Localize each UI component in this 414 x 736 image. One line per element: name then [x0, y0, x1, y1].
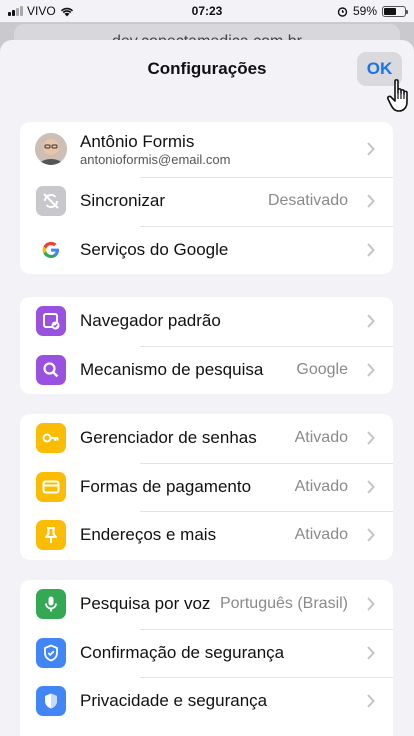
- hand-cursor-icon: [386, 79, 408, 112]
- settings-sheet: Configurações OK Antônio Formis antoniof…: [0, 40, 414, 736]
- settings-row-value: Ativado: [294, 526, 348, 544]
- chevron-right-icon: [367, 242, 375, 257]
- avatar: [35, 133, 67, 165]
- battery-icon: [382, 5, 408, 17]
- profile-row[interactable]: Antônio Formis antonioformis@email.com: [20, 122, 393, 177]
- account-group: Antônio Formis antonioformis@email.com S…: [20, 122, 393, 274]
- settings-row-label: Navegador padrão: [80, 311, 221, 331]
- settings-row-safety-check[interactable]: Confirmação de segurança: [20, 628, 393, 678]
- search-icon: [36, 354, 66, 385]
- credit-card-icon: [36, 471, 66, 502]
- privacy-shield-icon: [36, 686, 66, 716]
- alarm-icon: [337, 6, 348, 17]
- chevron-right-icon: [367, 597, 375, 611]
- default-browser-icon: [36, 306, 66, 336]
- shield-check-icon: [36, 637, 66, 668]
- settings-row-value: Google: [296, 360, 348, 378]
- key-icon: [36, 423, 66, 453]
- chevron-right-icon: [367, 528, 375, 542]
- pin-icon: [36, 520, 66, 550]
- battery-percent: 59%: [352, 4, 377, 18]
- settings-row-addresses[interactable]: Endereços e mais Ativado: [20, 511, 393, 560]
- settings-row-search-engine[interactable]: Mecanismo de pesquisa Google: [20, 345, 393, 395]
- chevron-right-icon: [367, 142, 375, 156]
- status-bar: VIVO 07:23 59%: [0, 0, 414, 22]
- settings-row-privacy[interactable]: Privacidade e segurança: [20, 677, 393, 726]
- settings-row-value: Português (Brasil): [219, 595, 348, 613]
- sheet-header: Configurações OK: [0, 40, 414, 112]
- privacy-group: Pesquisa por voz Português (Brasil) Conf…: [20, 580, 393, 736]
- page-title: Configurações: [147, 59, 267, 78]
- settings-row-default-browser[interactable]: Navegador padrão: [20, 297, 393, 346]
- browser-group: Navegador padrão Mecanismo de pesquisa G…: [20, 297, 393, 394]
- settings-row-voice-search[interactable]: Pesquisa por voz Português (Brasil): [20, 580, 393, 629]
- settings-row-value: Ativado: [294, 477, 348, 495]
- settings-row-payment-methods[interactable]: Formas de pagamento Ativado: [20, 462, 393, 512]
- sync-off-icon: [36, 186, 66, 216]
- google-icon: [36, 234, 66, 265]
- chevron-right-icon: [367, 479, 375, 494]
- settings-row-label: Privacidade e segurança: [80, 677, 393, 726]
- autofill-group: Gerenciador de senhas Ativado Formas de …: [20, 414, 393, 560]
- battery-area: 59%: [337, 4, 408, 18]
- chevron-right-icon: [367, 694, 375, 708]
- profile-name: Antônio Formis: [80, 132, 195, 151]
- settings-row-label: Confirmação de segurança: [80, 628, 393, 678]
- chevron-right-icon: [367, 431, 375, 445]
- chevron-right-icon: [367, 645, 375, 660]
- settings-row-value: Ativado: [294, 429, 348, 447]
- chevron-right-icon: [367, 194, 375, 208]
- chevron-right-icon: [367, 362, 375, 377]
- settings-row-password-manager[interactable]: Gerenciador de senhas Ativado: [20, 414, 393, 463]
- settings-row-google-services[interactable]: Serviços do Google: [20, 225, 393, 275]
- microphone-icon: [36, 589, 66, 619]
- settings-row-value: Desativado: [267, 192, 348, 210]
- profile-email: antonioformis@email.com: [80, 152, 231, 167]
- settings-row-sync[interactable]: Sincronizar Desativado: [20, 177, 393, 226]
- chevron-right-icon: [367, 314, 375, 328]
- settings-row-label: Serviços do Google: [80, 225, 393, 275]
